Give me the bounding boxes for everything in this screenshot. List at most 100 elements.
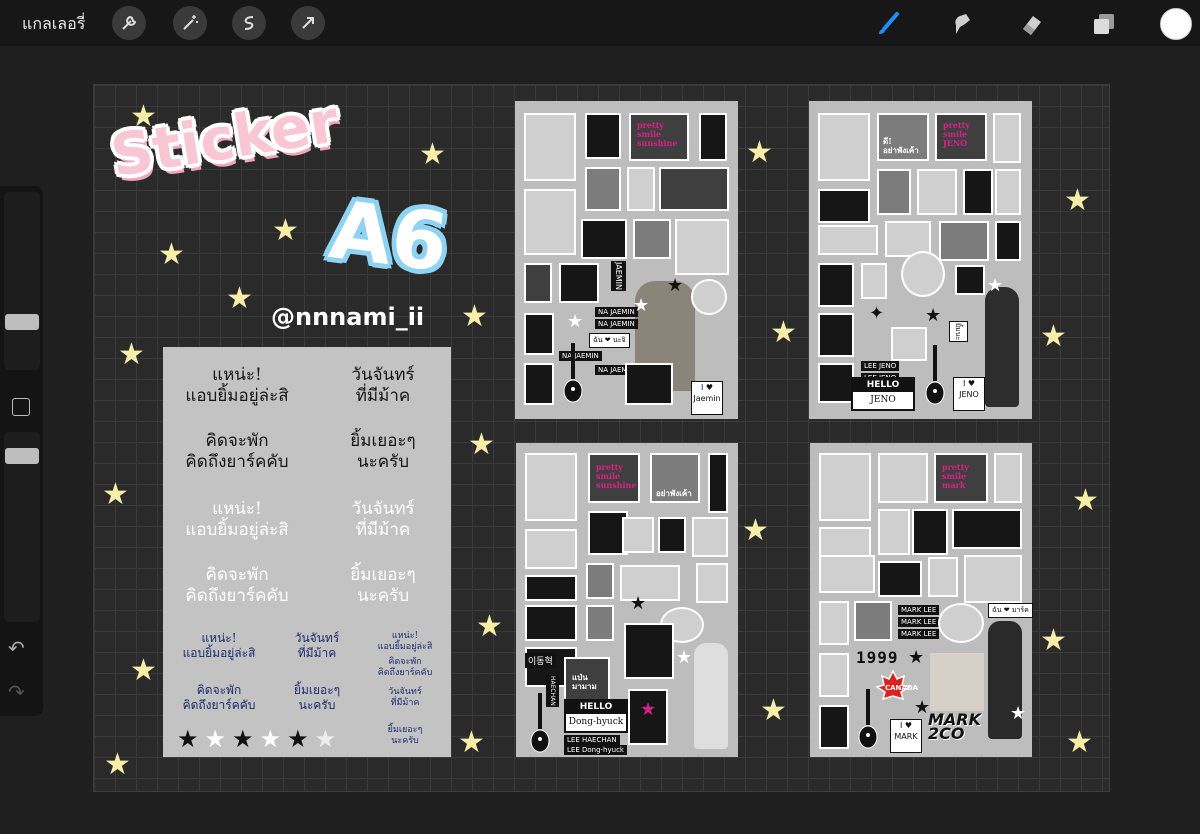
name-box: 이동혁 xyxy=(525,653,556,668)
photo-sticker xyxy=(818,263,854,307)
side-label: ยิ้มนะ xyxy=(949,321,968,343)
photo-sticker xyxy=(524,263,552,303)
magic-wand-icon[interactable] xyxy=(173,6,207,40)
star-icon: ★ xyxy=(676,647,693,668)
star-icon: ★ xyxy=(742,513,769,548)
star-icon: ★ xyxy=(259,725,288,753)
photo-sticker xyxy=(994,453,1022,503)
name-label: HAECHAN xyxy=(546,675,559,707)
pink-caption: pretty smile mark xyxy=(942,462,969,490)
star-icon: ★ xyxy=(914,697,931,718)
photo-sticker xyxy=(819,555,875,593)
star-icon: ★ xyxy=(630,593,647,614)
redo-icon[interactable]: ↷ xyxy=(8,680,25,704)
text-sticker: แหน่ะ! แอบยิ้มอยู่ล่ะสิ xyxy=(377,631,433,653)
eraser-icon[interactable] xyxy=(1016,8,1048,40)
full-body-sticker xyxy=(694,643,728,749)
star-icon: ★ xyxy=(908,647,925,668)
hello-name-tag: HELLO JENO xyxy=(851,377,915,411)
photo-sticker xyxy=(917,169,957,215)
round-photo-sticker xyxy=(901,251,945,297)
photo-sticker: pretty smile sunshine xyxy=(588,453,640,503)
photo-sticker xyxy=(819,601,849,645)
text-sticker: แหน่ะ! แอบยิ้มอยู่ล่ะสิ xyxy=(182,631,256,660)
photo-sticker xyxy=(525,575,577,601)
sticker-sheet-mark: pretty smile mark MARK LEE MARK LEE MARK… xyxy=(810,443,1033,757)
text-sticker: วันจันทร์ ที่มีม้าค xyxy=(294,631,340,660)
photo-sticker xyxy=(928,557,958,597)
brush-icon[interactable] xyxy=(872,8,904,40)
photo-sticker xyxy=(939,221,989,261)
artist-handle: @nnnami_ii xyxy=(271,303,425,331)
star-icon: ★ xyxy=(1072,483,1099,518)
star-icon: ★ xyxy=(476,609,503,644)
text-sticker: วันจันทร์ ที่มีม้าค xyxy=(351,365,415,407)
brush-size-slider[interactable] xyxy=(4,192,40,370)
star-icon: ★ xyxy=(567,311,584,332)
photo-sticker xyxy=(819,453,871,521)
star-icon: ★ xyxy=(177,725,205,753)
photo-sticker xyxy=(818,189,870,223)
smudge-icon[interactable] xyxy=(945,8,977,40)
wrench-icon[interactable] xyxy=(112,6,146,40)
photo-sticker xyxy=(891,327,927,361)
undo-icon[interactable]: ↶ xyxy=(8,636,25,660)
pink-caption: pretty smile sunshine xyxy=(596,462,637,490)
photo-sticker xyxy=(878,509,910,555)
top-toolbar: แกลเลอรี่ xyxy=(0,0,1200,46)
photo-sticker xyxy=(559,263,599,303)
text-sticker: วันจันทร์ ที่มีม้าค xyxy=(351,499,415,541)
star-icon: ★ xyxy=(272,213,299,248)
gallery-button[interactable]: แกลเลอรี่ xyxy=(22,12,85,37)
photo-sticker xyxy=(620,565,680,601)
star-icon: ★ xyxy=(104,747,131,782)
photo-sticker xyxy=(525,605,577,641)
photo-sticker xyxy=(586,563,614,599)
photo-sticker xyxy=(993,113,1021,163)
photo-sticker xyxy=(696,563,728,603)
layers-icon[interactable] xyxy=(1088,8,1120,40)
star-icon: ★ xyxy=(1040,623,1067,658)
photo-sticker xyxy=(854,601,892,641)
photo-sticker xyxy=(692,517,728,557)
text-sticker: คิดจะพัก คิดถึงยาร์คคับ xyxy=(185,431,289,473)
photo-sticker: pretty smile mark xyxy=(934,453,988,503)
name-label: NA JAEMIN xyxy=(595,319,638,329)
title-a6: A6 xyxy=(324,183,453,290)
i-love-sticker: I ♥ Jaemin xyxy=(691,381,723,415)
star-icon: ★ xyxy=(419,137,446,172)
modify-button[interactable] xyxy=(12,398,30,416)
photo-sticker xyxy=(861,263,887,299)
opacity-handle[interactable] xyxy=(5,448,39,464)
name-label: LEE HAECHAN xyxy=(564,735,620,745)
photo-sticker xyxy=(525,453,577,521)
pink-caption: pretty smile sunshine xyxy=(637,120,678,148)
opacity-slider[interactable] xyxy=(4,432,40,622)
photo-sticker xyxy=(658,517,686,553)
star-icon: ★ xyxy=(158,237,185,272)
hello-name-tag: HELLO Dong-hyuck xyxy=(564,699,628,733)
photo-sticker xyxy=(818,363,854,403)
selection-icon[interactable] xyxy=(232,6,266,40)
text-sticker-sheet: แหน่ะ! แอบยิ้มอยู่ล่ะสิ วันจันทร์ ที่มีม… xyxy=(163,347,451,757)
photo-sticker xyxy=(963,169,993,215)
star-icon: ★ xyxy=(925,305,942,326)
star-sticker-row: ★★★★★★ xyxy=(177,725,342,753)
photo-sticker xyxy=(525,529,577,569)
name-label: MARK LEE xyxy=(898,617,940,627)
photo-sticker xyxy=(585,167,621,211)
photo-sticker xyxy=(818,225,878,255)
brush-size-handle[interactable] xyxy=(5,314,39,330)
photo-sticker xyxy=(586,605,614,641)
mark-logo: MARK 2CO xyxy=(928,710,982,743)
color-picker-button[interactable] xyxy=(1160,8,1192,40)
transform-arrow-icon[interactable] xyxy=(291,6,325,40)
photo-sticker: แป่น มามาม xyxy=(564,657,610,701)
heart-photo-sticker xyxy=(938,603,984,643)
star-icon: ★ xyxy=(102,477,129,512)
star-icon: ★ xyxy=(1064,183,1091,218)
sticker-sheet-jaemin: pretty smile sunshine JAEMIN NA JAEMIN N… xyxy=(515,101,738,419)
photo-sticker xyxy=(524,313,554,355)
star-icon: ★ xyxy=(633,295,650,316)
star-icon: ★ xyxy=(232,725,260,753)
